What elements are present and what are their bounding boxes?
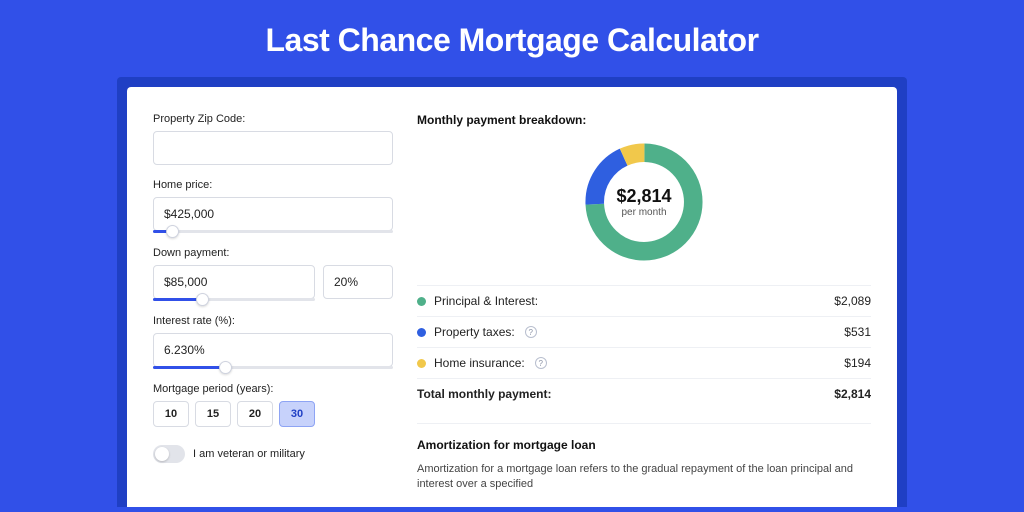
down-input[interactable] (153, 265, 315, 299)
rate-slider-thumb[interactable] (219, 361, 232, 374)
donut-wrap: $2,814 per month (417, 137, 871, 267)
down-slider-fill (153, 298, 202, 301)
breakdown-total-value: $2,814 (834, 387, 871, 401)
breakdown-row-total: Total monthly payment: $2,814 (417, 378, 871, 409)
card-outer: Property Zip Code: Home price: Down paym… (117, 77, 907, 507)
amortization-text: Amortization for a mortgage loan refers … (417, 462, 871, 493)
amortization-section: Amortization for mortgage loan Amortizat… (417, 423, 871, 493)
zip-label: Property Zip Code: (153, 113, 393, 125)
breakdown-label: Home insurance: (434, 356, 525, 370)
breakdown-label: Property taxes: (434, 325, 515, 339)
breakdown-value: $531 (844, 325, 871, 339)
period-btn-10[interactable]: 10 (153, 401, 189, 427)
veteran-toggle[interactable] (153, 445, 185, 463)
donut-chart: $2,814 per month (579, 137, 709, 267)
donut-center: $2,814 per month (579, 137, 709, 267)
info-icon[interactable]: ? (535, 357, 547, 369)
rate-label: Interest rate (%): (153, 315, 393, 327)
veteran-label: I am veteran or military (193, 448, 305, 460)
period-field: Mortgage period (years): 10 15 20 30 (153, 383, 393, 427)
veteran-row: I am veteran or military (153, 445, 393, 463)
breakdown-total-label: Total monthly payment: (417, 387, 551, 401)
calculator-card: Property Zip Code: Home price: Down paym… (127, 87, 897, 507)
breakdown-label: Principal & Interest: (434, 294, 538, 308)
rate-slider[interactable] (153, 366, 393, 369)
page-title: Last Chance Mortgage Calculator (0, 0, 1024, 77)
down-slider[interactable] (153, 298, 315, 301)
period-btn-30[interactable]: 30 (279, 401, 315, 427)
donut-value: $2,814 (616, 186, 671, 207)
zip-field: Property Zip Code: (153, 113, 393, 165)
price-slider-thumb[interactable] (166, 225, 179, 238)
period-btn-20[interactable]: 20 (237, 401, 273, 427)
down-label: Down payment: (153, 247, 393, 259)
rate-input[interactable] (153, 333, 393, 367)
down-slider-thumb[interactable] (196, 293, 209, 306)
breakdown-panel: Monthly payment breakdown: $2,814 per mo… (417, 113, 871, 507)
period-options: 10 15 20 30 (153, 401, 393, 427)
down-pct-input[interactable] (323, 265, 393, 299)
breakdown-row-insurance: Home insurance: ? $194 (417, 347, 871, 378)
price-slider[interactable] (153, 230, 393, 233)
rate-slider-fill (153, 366, 225, 369)
price-label: Home price: (153, 179, 393, 191)
breakdown-row-taxes: Property taxes: ? $531 (417, 316, 871, 347)
breakdown-value: $194 (844, 356, 871, 370)
zip-input[interactable] (153, 131, 393, 165)
dot-icon (417, 297, 426, 306)
dot-icon (417, 328, 426, 337)
dot-icon (417, 359, 426, 368)
breakdown-value: $2,089 (834, 294, 871, 308)
amortization-heading: Amortization for mortgage loan (417, 438, 871, 452)
form-panel: Property Zip Code: Home price: Down paym… (153, 113, 393, 507)
period-label: Mortgage period (years): (153, 383, 393, 395)
donut-sub: per month (621, 207, 666, 218)
rate-field: Interest rate (%): (153, 315, 393, 369)
down-field: Down payment: (153, 247, 393, 301)
period-btn-15[interactable]: 15 (195, 401, 231, 427)
price-field: Home price: (153, 179, 393, 233)
price-input[interactable] (153, 197, 393, 231)
info-icon[interactable]: ? (525, 326, 537, 338)
breakdown-heading: Monthly payment breakdown: (417, 113, 871, 127)
breakdown-row-principal: Principal & Interest: $2,089 (417, 285, 871, 316)
breakdown-list: Principal & Interest: $2,089 Property ta… (417, 285, 871, 409)
